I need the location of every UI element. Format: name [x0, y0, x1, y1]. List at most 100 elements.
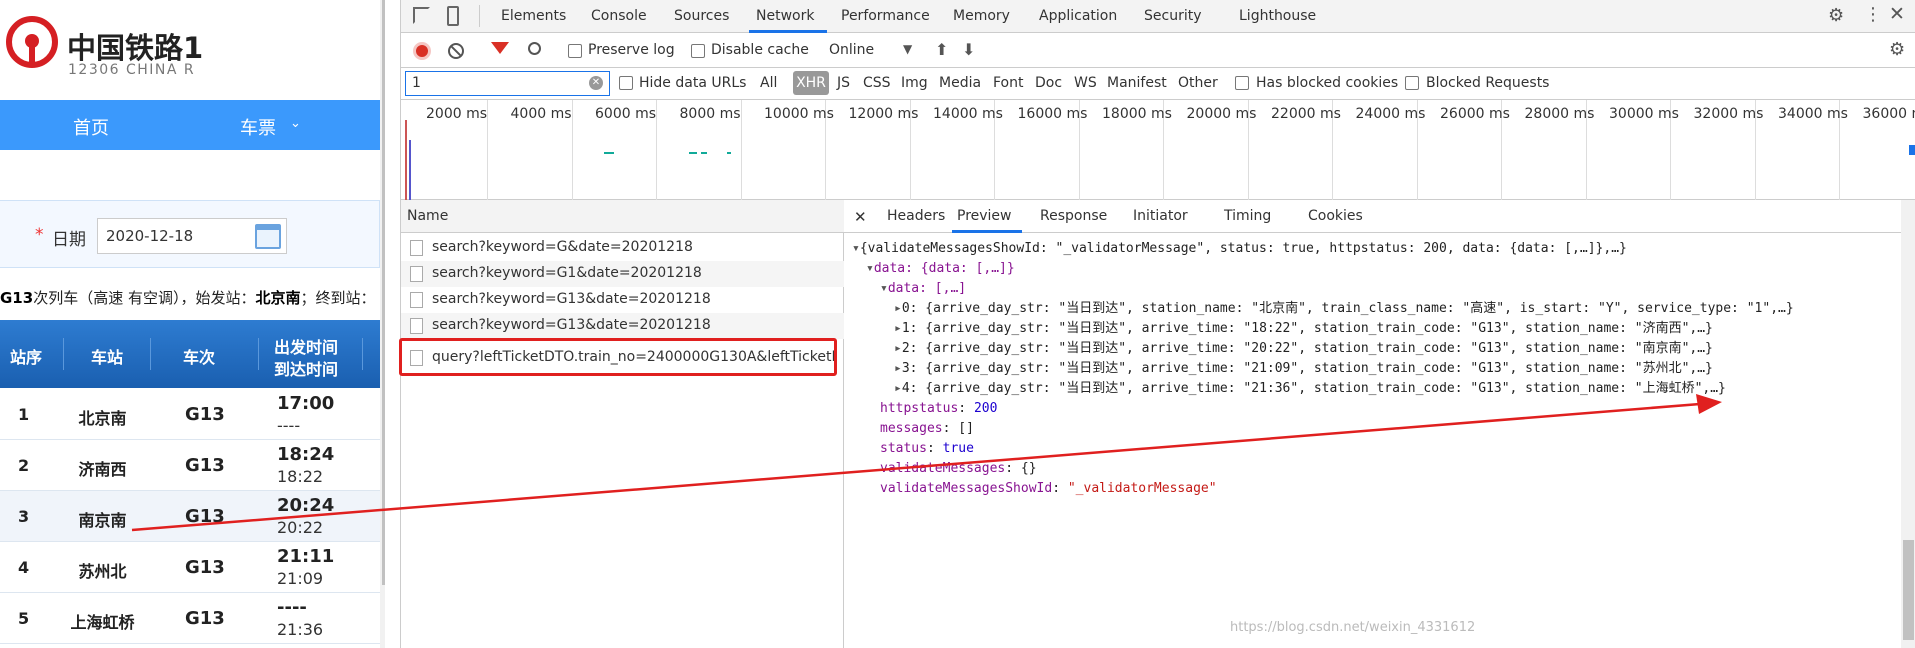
- tab-elements[interactable]: Elements: [501, 8, 566, 24]
- dropdown-arrow-icon[interactable]: ▼: [903, 42, 912, 56]
- json-array-item[interactable]: ▸1: {arrive_day_str: "当日到达", arrive_time…: [894, 321, 1713, 337]
- json-item-text: 4: {arrive_day_str: "当日到达", arrive_time:…: [901, 381, 1726, 396]
- stop-depart: 18:24: [277, 444, 335, 465]
- tab-preview[interactable]: Preview: [957, 208, 1012, 224]
- timeline-tick-label: 32000 ms: [1693, 106, 1764, 122]
- col-arrive: 到达时间: [274, 360, 339, 379]
- request-row[interactable]: search?keyword=G1&date=20201218: [401, 261, 844, 287]
- json-root-line[interactable]: ▾{validateMessagesShowId: "_validatorMes…: [852, 241, 1627, 257]
- detail-scrollbar-thumb[interactable]: [1903, 540, 1914, 640]
- type-css[interactable]: CSS: [863, 75, 891, 91]
- expand-triangle-icon[interactable]: ▸: [894, 341, 902, 356]
- type-font[interactable]: Font: [993, 75, 1023, 91]
- tab-initiator[interactable]: Initiator: [1133, 208, 1188, 224]
- name-column-header[interactable]: Name: [407, 208, 448, 224]
- json-array-item[interactable]: ▸3: {arrive_day_str: "当日到达", arrive_time…: [894, 361, 1713, 377]
- filter-icon[interactable]: [491, 42, 509, 54]
- hide-data-urls-checkbox[interactable]: [619, 76, 633, 90]
- clear-filter-icon[interactable]: ✕: [589, 76, 603, 90]
- tab-lighthouse[interactable]: Lighthouse: [1239, 8, 1316, 24]
- document-icon: [410, 240, 423, 256]
- request-name: search?keyword=G13&date=20201218: [432, 291, 711, 307]
- type-manifest[interactable]: Manifest: [1107, 75, 1167, 91]
- stop-seq: 2: [18, 456, 30, 475]
- json-array-item[interactable]: ▸0: {arrive_day_str: "当日到达", station_nam…: [894, 301, 1794, 317]
- expand-triangle-icon[interactable]: ▸: [894, 361, 902, 376]
- chevron-down-icon[interactable]: ⌄: [290, 116, 301, 131]
- type-xhr[interactable]: XHR: [793, 71, 829, 95]
- stop-station: 上海虹桥: [70, 613, 135, 632]
- preserve-log-checkbox[interactable]: [568, 44, 582, 58]
- tab-security[interactable]: Security: [1144, 8, 1202, 24]
- record-icon[interactable]: [413, 42, 431, 60]
- type-doc[interactable]: Doc: [1035, 75, 1062, 91]
- expand-triangle-icon[interactable]: ▸: [894, 321, 902, 336]
- blocked-requests-checkbox[interactable]: [1405, 76, 1419, 90]
- calendar-icon[interactable]: [255, 224, 281, 249]
- timeline-gridline: [571, 100, 573, 200]
- tab-headers[interactable]: Headers: [887, 208, 945, 224]
- tab-network[interactable]: Network: [756, 8, 814, 24]
- blocked-cookies-checkbox[interactable]: [1235, 76, 1249, 90]
- timeline-bar: [689, 152, 697, 154]
- json-data-line[interactable]: ▾data: {data: [,…]}: [866, 261, 1015, 277]
- tab-memory[interactable]: Memory: [953, 8, 1010, 24]
- nav-home-link[interactable]: 首页: [73, 114, 109, 140]
- filter-input[interactable]: 1: [405, 71, 610, 96]
- document-icon: [410, 292, 423, 308]
- throttle-select[interactable]: Online: [829, 42, 874, 58]
- expand-triangle-icon[interactable]: ▸: [894, 381, 902, 396]
- tab-sources[interactable]: Sources: [674, 8, 729, 24]
- document-icon: [410, 318, 423, 334]
- train-code: G13: [0, 289, 34, 307]
- settings-gear-icon[interactable]: ⚙: [1828, 5, 1844, 26]
- table-row: 3 南京南 G13 20:24 20:22: [0, 491, 380, 542]
- network-overview-timeline[interactable]: 2000 ms 4000 ms 6000 ms 8000 ms 10000 ms 1200…: [401, 100, 1915, 200]
- tab-cookies[interactable]: Cookies: [1308, 208, 1363, 224]
- request-name: search?keyword=G1&date=20201218: [432, 265, 702, 281]
- tab-console[interactable]: Console: [591, 8, 647, 24]
- export-har-icon[interactable]: ⬇: [962, 40, 975, 59]
- json-item-text: 3: {arrive_day_str: "当日到达", arrive_time:…: [901, 361, 1713, 376]
- inspect-icon[interactable]: [413, 7, 430, 24]
- filter-bar: 1 ✕ Hide data URLs All XHR JS CSS Img Me…: [401, 68, 1915, 100]
- timeline-tick-label: 20000 ms: [1186, 106, 1257, 122]
- more-menu-icon[interactable]: ⋮: [1864, 4, 1882, 25]
- disable-cache-checkbox[interactable]: [691, 44, 705, 58]
- hide-data-urls-label: Hide data URLs: [639, 75, 747, 91]
- stop-depart: ----: [277, 597, 307, 618]
- request-row[interactable]: search?keyword=G13&date=20201218: [401, 287, 844, 313]
- json-array-item[interactable]: ▸4: {arrive_day_str: "当日到达", arrive_time…: [894, 381, 1726, 397]
- clear-icon[interactable]: [448, 43, 464, 59]
- type-media[interactable]: Media: [939, 75, 981, 91]
- json-array-item[interactable]: ▸2: {arrive_day_str: "当日到达", arrive_time…: [894, 341, 1713, 357]
- tab-response[interactable]: Response: [1040, 208, 1107, 224]
- json-data-array-line[interactable]: ▾data: [,…]: [880, 281, 966, 297]
- required-star: *: [35, 225, 44, 245]
- type-all[interactable]: All: [760, 75, 777, 91]
- request-row[interactable]: search?keyword=G13&date=20201218: [401, 313, 844, 339]
- network-settings-gear-icon[interactable]: ⚙: [1889, 39, 1905, 60]
- json-status: status: true: [880, 441, 974, 456]
- tab-timing[interactable]: Timing: [1224, 208, 1271, 224]
- nav-tickets-link[interactable]: 车票: [240, 114, 276, 140]
- type-other[interactable]: Other: [1178, 75, 1218, 91]
- site-scrollbar-thumb[interactable]: [382, 0, 385, 585]
- tab-application[interactable]: Application: [1039, 8, 1117, 24]
- type-js[interactable]: JS: [837, 75, 850, 91]
- stop-seq: 4: [18, 558, 30, 577]
- device-toolbar-icon[interactable]: [447, 6, 459, 26]
- search-icon[interactable]: [528, 42, 541, 55]
- request-row[interactable]: search?keyword=G&date=20201218: [401, 235, 844, 261]
- request-name: search?keyword=G&date=20201218: [432, 239, 693, 255]
- type-img[interactable]: Img: [901, 75, 928, 91]
- json-messages: messages: []: [880, 421, 974, 436]
- import-har-icon[interactable]: ⬆: [935, 40, 948, 59]
- tab-performance[interactable]: Performance: [841, 8, 930, 24]
- timeline-bar: [701, 152, 707, 154]
- type-ws[interactable]: WS: [1074, 75, 1097, 91]
- col-seq: 站序: [10, 348, 43, 367]
- close-detail-icon[interactable]: ✕: [854, 208, 867, 226]
- close-devtools-icon[interactable]: ✕: [1889, 3, 1905, 25]
- expand-triangle-icon[interactable]: ▸: [894, 301, 902, 316]
